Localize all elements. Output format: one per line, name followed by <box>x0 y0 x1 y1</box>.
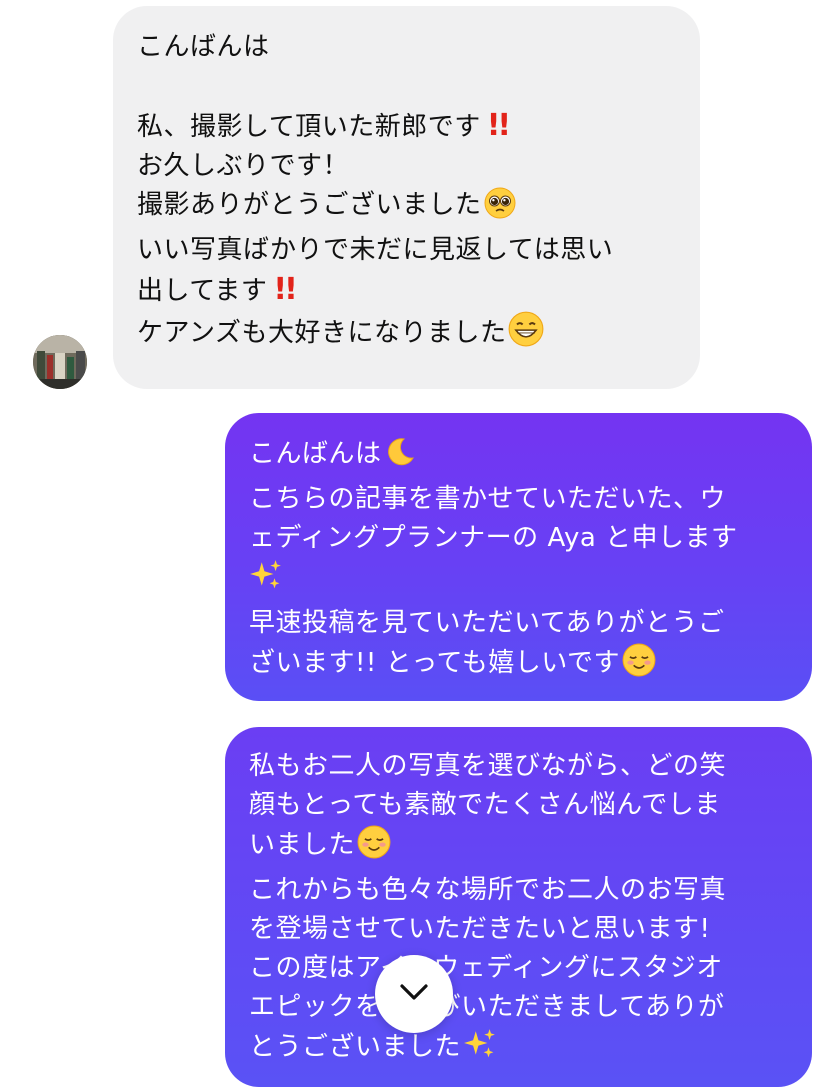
outgoing-message-bubble[interactable]: 私もお二人の写真を選びながら、どの笑 顔もとっても素敵でたくさん悩んでしま いま… <box>225 727 812 1087</box>
message-text: ざいます!! とっても嬉しいです <box>249 648 620 678</box>
message-line: を登場させていただきたいと思います! <box>249 914 711 944</box>
message-line: ケアンズも大好きになりました <box>137 311 676 359</box>
double-exclamation-icon: !! <box>486 108 511 143</box>
sparkles-icon <box>463 1027 497 1073</box>
pleading-face-icon <box>484 187 516 231</box>
message-line: こんばんは <box>249 435 788 480</box>
message-line: ェディングプランナーの Aya と申します <box>249 523 738 553</box>
message-line: とうございました <box>249 1027 788 1073</box>
message-line: 私、撮影して頂いた新郎です!! <box>137 106 676 147</box>
message-line: 撮影ありがとうございました <box>137 186 676 231</box>
smiling-face-icon <box>622 643 656 689</box>
message-line: ざいます!! とっても嬉しいです <box>249 643 788 689</box>
message-line: エピックをお選びいただきましてありが <box>249 992 725 1022</box>
message-line: こちらの記事を書かせていただいた、ウ <box>249 484 727 514</box>
message-line: 顔もとっても素敵でたくさん悩んでしま <box>249 790 721 820</box>
message-line: お久しぶりです！ <box>137 151 350 181</box>
chevron-down-icon <box>394 972 434 1016</box>
message-text: こんばんは <box>249 439 382 469</box>
incoming-message-bubble[interactable]: こんばんは 私、撮影して頂いた新郎です!! お久しぶりです！ 撮影ありがとうござ… <box>113 6 700 389</box>
message-line: こんばんは <box>137 32 270 62</box>
message-text: ケアンズも大好きになりました <box>137 318 507 348</box>
grinning-face-icon <box>508 311 544 359</box>
message-text: 出してます <box>137 276 268 306</box>
double-exclamation-icon: !! <box>273 272 297 307</box>
message-line: 出してます!! <box>137 270 676 311</box>
conversation-thread[interactable]: こんばんは 私、撮影して頂いた新郎です!! お久しぶりです！ 撮影ありがとうござ… <box>0 0 828 1087</box>
message-line: いました <box>249 825 788 871</box>
message-line: 私もお二人の写真を選びながら、どの笑 <box>249 751 727 781</box>
message-line: 早速投稿を見ていただいてありがとうご <box>249 608 725 638</box>
message-text: 撮影ありがとうございました <box>137 190 482 220</box>
message-line <box>249 558 788 604</box>
message-line: この度はアイ・ウェディングにスタジオ <box>249 953 723 983</box>
sender-avatar[interactable] <box>33 335 87 389</box>
smiling-face-icon <box>357 825 391 871</box>
message-text: とうございました <box>249 1032 462 1062</box>
scroll-to-bottom-button[interactable] <box>375 955 453 1033</box>
crescent-moon-icon <box>384 436 416 480</box>
message-text: いました <box>249 830 356 860</box>
message-line <box>137 67 676 106</box>
outgoing-message-bubble[interactable]: こんばんは こちらの記事を書かせていただいた、ウ ェディングプランナーの Aya… <box>225 413 812 701</box>
message-line: いい写真ばかりで未だに見返しては思い <box>137 235 614 265</box>
message-line: これからも色々な場所でお二人のお写真 <box>249 875 727 905</box>
message-text: 私、撮影して頂いた新郎です <box>137 112 481 142</box>
sparkles-icon <box>249 558 283 604</box>
